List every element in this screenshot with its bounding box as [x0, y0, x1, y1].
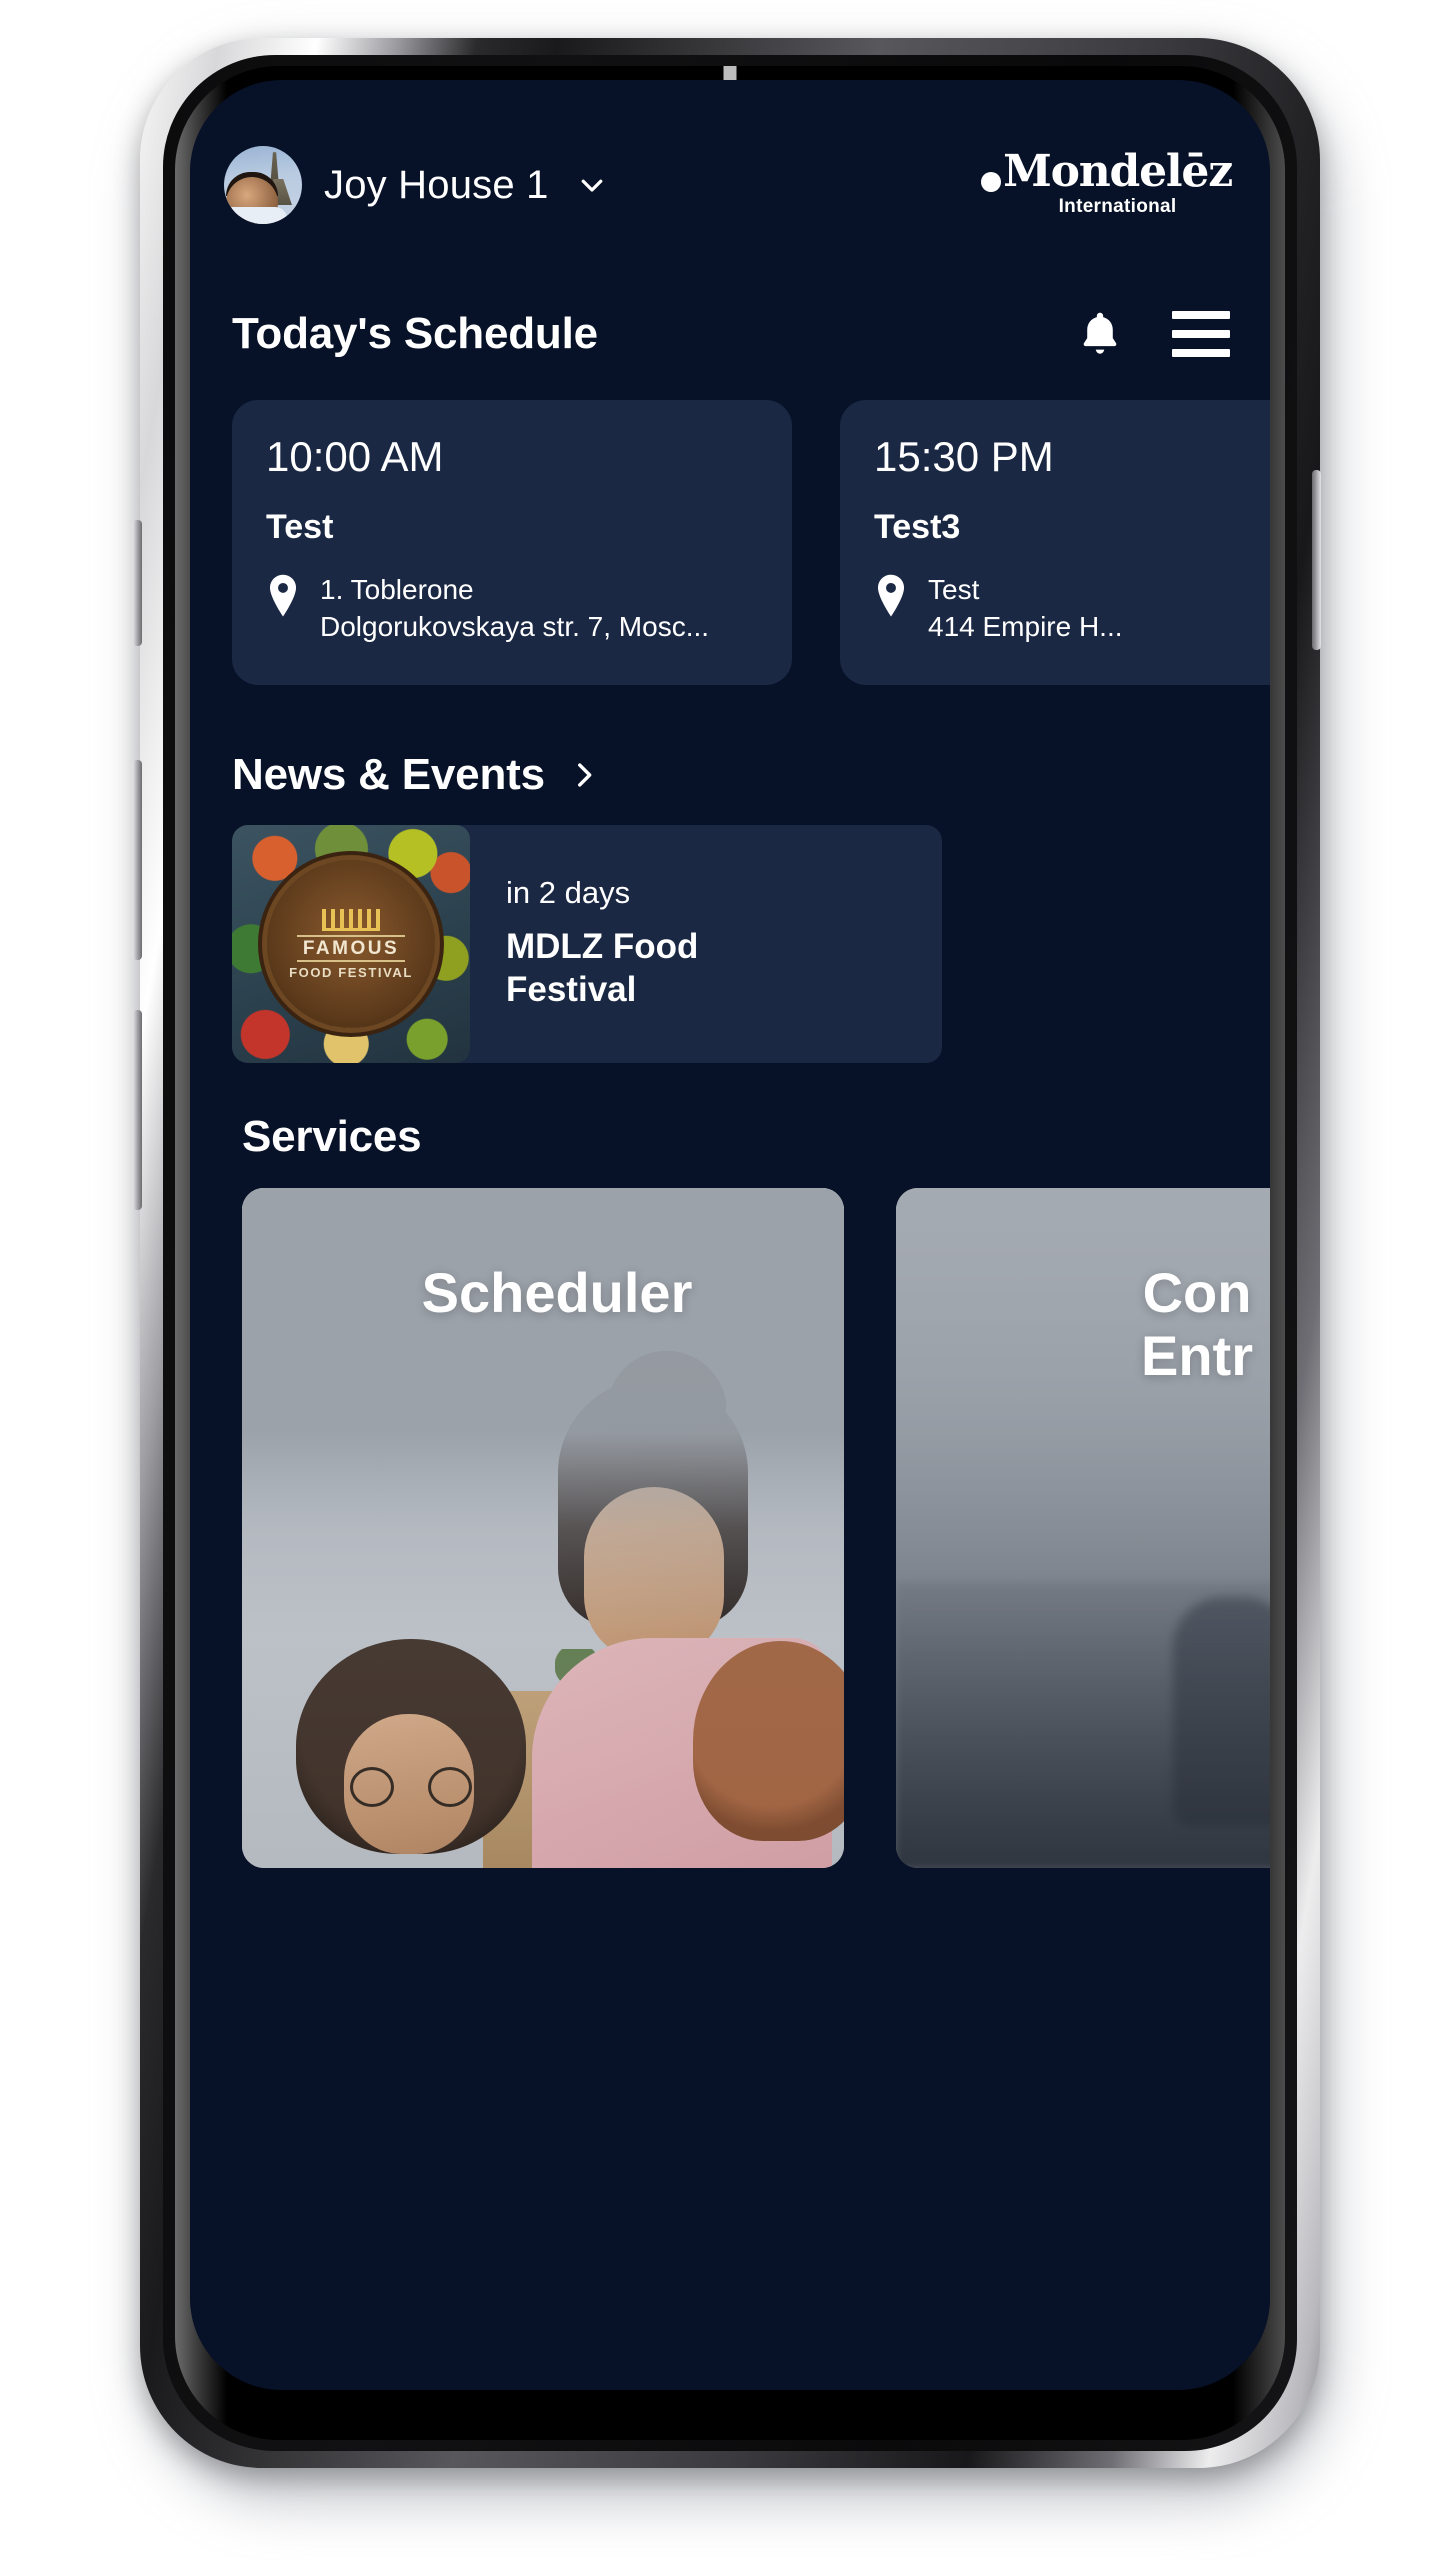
avatar[interactable]: [224, 146, 302, 224]
schedule-card-carousel[interactable]: 10:00 AM Test 1. Toblerone Dolgorukovska…: [190, 400, 1270, 685]
service-card-label: Con Entr: [1141, 1261, 1253, 1387]
schedule-time: 10:00 AM: [266, 433, 444, 480]
schedule-location-address: Dolgorukovskaya str. 7, Mosc...: [320, 611, 710, 642]
news-item-when: in 2 days: [506, 874, 631, 910]
services-card-carousel[interactable]: Scheduler Con Entr: [190, 1188, 1270, 1868]
service-card-contractor-entrance[interactable]: Con Entr: [896, 1188, 1270, 1868]
news-thumb-line2: FOOD FESTIVAL: [289, 965, 413, 980]
phone-button-left-1[interactable]: [133, 520, 142, 646]
header-actions: [1074, 308, 1236, 360]
app-header: Joy House 1 Mondelēz International: [190, 80, 1270, 290]
news-section-header[interactable]: News & Events: [190, 730, 1270, 820]
chevron-right-icon[interactable]: [567, 758, 601, 792]
house-name-label: Joy House 1: [324, 162, 549, 207]
schedule-location-text: 1. Toblerone Dolgorukovskaya str. 7, Mos…: [320, 572, 709, 644]
app-viewport: Joy House 1 Mondelēz International Today…: [190, 80, 1270, 2390]
services-section-header: Services: [190, 1092, 1270, 1182]
schedule-time: 15:30 PM: [874, 433, 1054, 480]
schedule-location: 1. Toblerone Dolgorukovskaya str. 7, Mos…: [266, 572, 758, 644]
news-thumbnail-image: FAMOUS FOOD FESTIVAL: [232, 825, 470, 1063]
festival-crown-icon: [322, 909, 380, 931]
schedule-location-name: 1. Toblerone: [320, 574, 474, 605]
schedule-location-address: 414 Empire H...: [928, 611, 1123, 642]
phone-button-right-1[interactable]: [1312, 470, 1321, 650]
avatar-photo-shirt: [224, 207, 287, 224]
service-card-scheduler[interactable]: Scheduler: [242, 1188, 844, 1868]
news-item-title: MDLZ Food Festival: [506, 926, 699, 1009]
schedule-location-name: Test: [928, 574, 980, 605]
news-section-title: News & Events: [232, 750, 545, 799]
brand-wordmark: Mondelēz: [981, 146, 1233, 197]
news-thumbnail-badge: FAMOUS FOOD FESTIVAL: [267, 860, 435, 1028]
schedule-title: Test: [266, 508, 334, 546]
schedule-card[interactable]: 15:30 PM Test3 Test 414 Empire H...: [840, 400, 1270, 685]
mondelez-logo: Mondelēz International: [981, 146, 1236, 217]
schedule-card[interactable]: 10:00 AM Test 1. Toblerone Dolgorukovska…: [232, 400, 792, 685]
phone-screen: Joy House 1 Mondelēz International Today…: [190, 80, 1270, 2390]
news-item-card[interactable]: FAMOUS FOOD FESTIVAL in 2 days MDLZ Food…: [232, 825, 942, 1063]
phone-button-left-2[interactable]: [133, 760, 142, 960]
schedule-location-text: Test 414 Empire H...: [928, 572, 1123, 644]
news-thumb-line1: FAMOUS: [296, 935, 406, 962]
service-card-label: Scheduler: [421, 1261, 693, 1324]
hamburger-menu-icon[interactable]: [1172, 311, 1230, 357]
schedule-section-header: Today's Schedule: [190, 288, 1270, 380]
page-title: Today's Schedule: [232, 309, 598, 358]
bell-icon[interactable]: [1074, 308, 1126, 360]
phone-button-left-3[interactable]: [133, 1010, 142, 1210]
map-pin-icon: [874, 574, 908, 618]
screenshot-stage: Joy House 1 Mondelēz International Today…: [0, 0, 1440, 2560]
map-pin-icon: [266, 574, 300, 618]
chevron-down-icon[interactable]: [577, 170, 607, 200]
schedule-title: Test3: [874, 508, 961, 546]
services-section-title: Services: [242, 1112, 422, 1161]
schedule-location: Test 414 Empire H...: [874, 572, 1270, 644]
brand-subtitle: International: [1058, 196, 1177, 217]
house-selector[interactable]: Joy House 1: [224, 146, 607, 224]
news-item-text: in 2 days MDLZ Food Festival: [470, 877, 854, 1011]
home-indicator: [550, 2356, 910, 2366]
